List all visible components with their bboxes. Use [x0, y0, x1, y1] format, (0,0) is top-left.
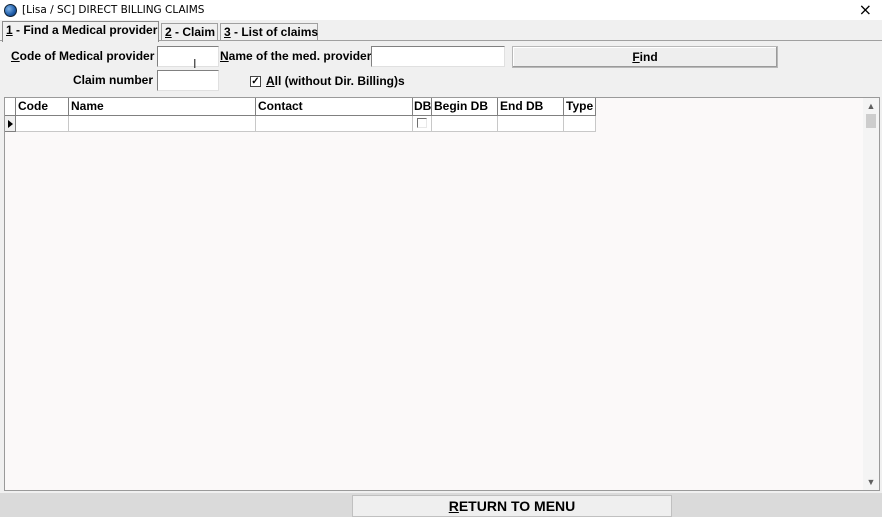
close-icon[interactable]: ×	[859, 1, 872, 19]
label-text: ode of Medical provider	[19, 49, 155, 63]
grid-corner	[5, 98, 16, 116]
text-cursor-icon: I	[193, 57, 197, 71]
table-cell-contact[interactable]	[256, 116, 413, 132]
column-header-end-db[interactable]: End DB	[498, 98, 564, 116]
label-mnemonic: A	[266, 74, 275, 88]
return-to-menu-button[interactable]: RETURN TO MENU	[352, 495, 672, 517]
find-button[interactable]: Find	[512, 46, 778, 68]
label-mnemonic: C	[11, 49, 20, 63]
label-text: ll (without Dir. Billing)s	[274, 74, 405, 88]
table-cell-begin-db[interactable]	[432, 116, 498, 132]
tab-mnemonic: 2	[165, 25, 172, 39]
db-checkbox[interactable]	[417, 118, 427, 128]
scroll-down-icon[interactable]: ▼	[863, 474, 879, 490]
column-header-contact[interactable]: Contact	[256, 98, 413, 116]
code-medical-provider-label: Code of Medical provider	[11, 49, 154, 63]
table-cell-end-db[interactable]	[498, 116, 564, 132]
tab-mnemonic: 1	[6, 23, 13, 37]
button-mnemonic: F	[632, 50, 640, 64]
tab-claim[interactable]: 2 - Claim	[161, 23, 218, 40]
current-row-arrow-icon	[5, 116, 16, 132]
tab-label: - Claim	[171, 25, 216, 39]
table-cell-name[interactable]	[69, 116, 256, 132]
claim-number-label: Claim number	[73, 73, 154, 87]
vertical-scrollbar[interactable]: ▲ ▼	[863, 98, 879, 490]
tab-find-medical-provider[interactable]: 1 - Find a Medical provider	[2, 21, 159, 42]
tab-label: - Find a Medical provider	[12, 23, 158, 37]
column-header-db[interactable]: DB	[413, 98, 432, 116]
column-header-code[interactable]: Code	[16, 98, 69, 116]
column-header-type[interactable]: Type	[564, 98, 596, 116]
providers-grid[interactable]: Code Name Contact DB Begin DB End DB Typ…	[4, 97, 880, 491]
tab-label: - List of claims	[230, 25, 319, 39]
app-globe-icon	[4, 3, 17, 17]
column-header-name[interactable]: Name	[69, 98, 256, 116]
label-mnemonic: N	[220, 49, 229, 63]
tab-mnemonic: 3	[224, 25, 231, 39]
scroll-thumb[interactable]	[866, 114, 876, 128]
button-label: ind	[639, 50, 658, 64]
column-header-begin-db[interactable]: Begin DB	[432, 98, 498, 116]
table-cell-db[interactable]	[413, 116, 432, 132]
table-cell-code[interactable]	[16, 116, 69, 132]
window-title: [Lisa / SC] DIRECT BILLING CLAIMS	[22, 4, 205, 16]
claim-number-input[interactable]	[157, 70, 219, 91]
code-medical-provider-input[interactable]	[157, 46, 219, 67]
all-without-dir-billing-label: All (without Dir. Billing)s	[266, 74, 405, 88]
all-without-dir-billing-checkbox[interactable]: ✓	[250, 76, 261, 87]
tab-list-of-claims[interactable]: 3 - List of claims	[220, 23, 318, 40]
provider-name-input[interactable]	[371, 46, 505, 67]
provider-name-label: Name of the med. provider	[220, 49, 371, 63]
button-label: ETURN TO MENU	[458, 498, 576, 514]
button-mnemonic: R	[448, 498, 459, 514]
title-bar: [Lisa / SC] DIRECT BILLING CLAIMS ×	[0, 0, 882, 20]
label-text: ame of the med. provider	[228, 49, 372, 63]
table-cell-type[interactable]	[564, 116, 596, 132]
scroll-up-icon[interactable]: ▲	[863, 98, 879, 114]
